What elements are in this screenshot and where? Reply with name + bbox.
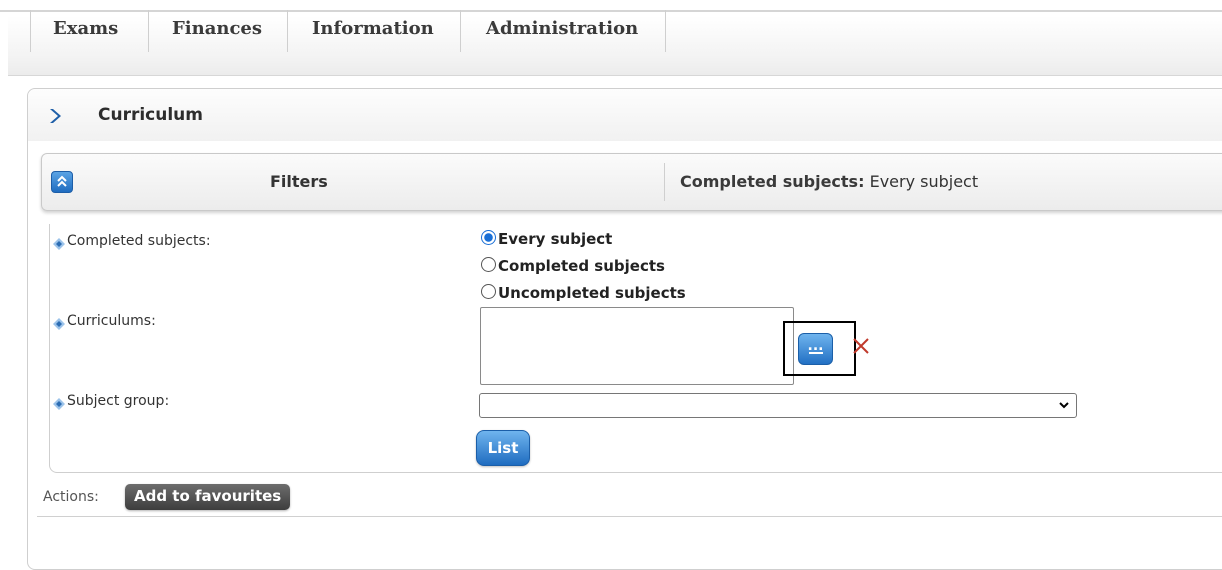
chevron-down-icon (1059, 402, 1069, 409)
diamond-bullet-icon (53, 238, 65, 250)
nav-separator (30, 10, 31, 52)
radio-label-uncompleted-subjects[interactable]: Uncompleted subjects (498, 284, 686, 302)
nav-separator (148, 10, 149, 52)
top-divider (0, 10, 1222, 12)
nav-separator (460, 10, 461, 52)
subject-group-label: Subject group: (67, 393, 170, 409)
nav-item-information[interactable]: Information (312, 18, 434, 39)
collapse-filters-button[interactable] (51, 171, 73, 193)
subject-group-select[interactable] (479, 393, 1077, 418)
filters-title: Filters (270, 172, 328, 191)
radio-uncompleted-subjects[interactable] (481, 284, 496, 299)
actions-label: Actions: (43, 489, 99, 505)
curriculums-label: Curriculums: (67, 313, 156, 329)
completed-subjects-label: Completed subjects: (67, 233, 211, 249)
radio-completed-subjects[interactable] (481, 257, 496, 272)
nav-item-exams[interactable]: Exams (53, 18, 118, 39)
nav-separator (287, 10, 288, 52)
actions-divider (37, 516, 1222, 517)
page-title: Curriculum (98, 105, 203, 125)
filter-summary-label: Completed subjects: (680, 172, 865, 191)
chevron-up-double-icon (57, 175, 67, 187)
nav-item-administration[interactable]: Administration (486, 18, 638, 39)
chevron-right-icon[interactable] (48, 108, 62, 124)
filter-bar (41, 153, 1222, 211)
filter-summary-value: Every subject (869, 172, 979, 191)
panel-header (28, 89, 1222, 141)
nav-separator (665, 10, 666, 52)
diamond-bullet-icon (53, 318, 65, 330)
nav-item-finances[interactable]: Finances (172, 18, 262, 39)
remove-x-icon[interactable] (850, 335, 872, 357)
ellipsis-underline (809, 352, 823, 354)
diamond-bullet-icon (53, 398, 65, 410)
radio-every-subject[interactable] (481, 230, 496, 245)
radio-label-every-subject[interactable]: Every subject (498, 230, 612, 248)
add-to-favourites-button[interactable]: Add to favourites (125, 484, 291, 510)
browse-curriculums-button[interactable]: ... (798, 333, 833, 365)
curriculums-field[interactable] (480, 307, 794, 385)
filter-summary: Completed subjects: Every subject (680, 172, 978, 191)
radio-label-completed-subjects[interactable]: Completed subjects (498, 257, 665, 275)
list-button[interactable]: List (476, 430, 530, 466)
filterbar-separator (664, 163, 665, 201)
